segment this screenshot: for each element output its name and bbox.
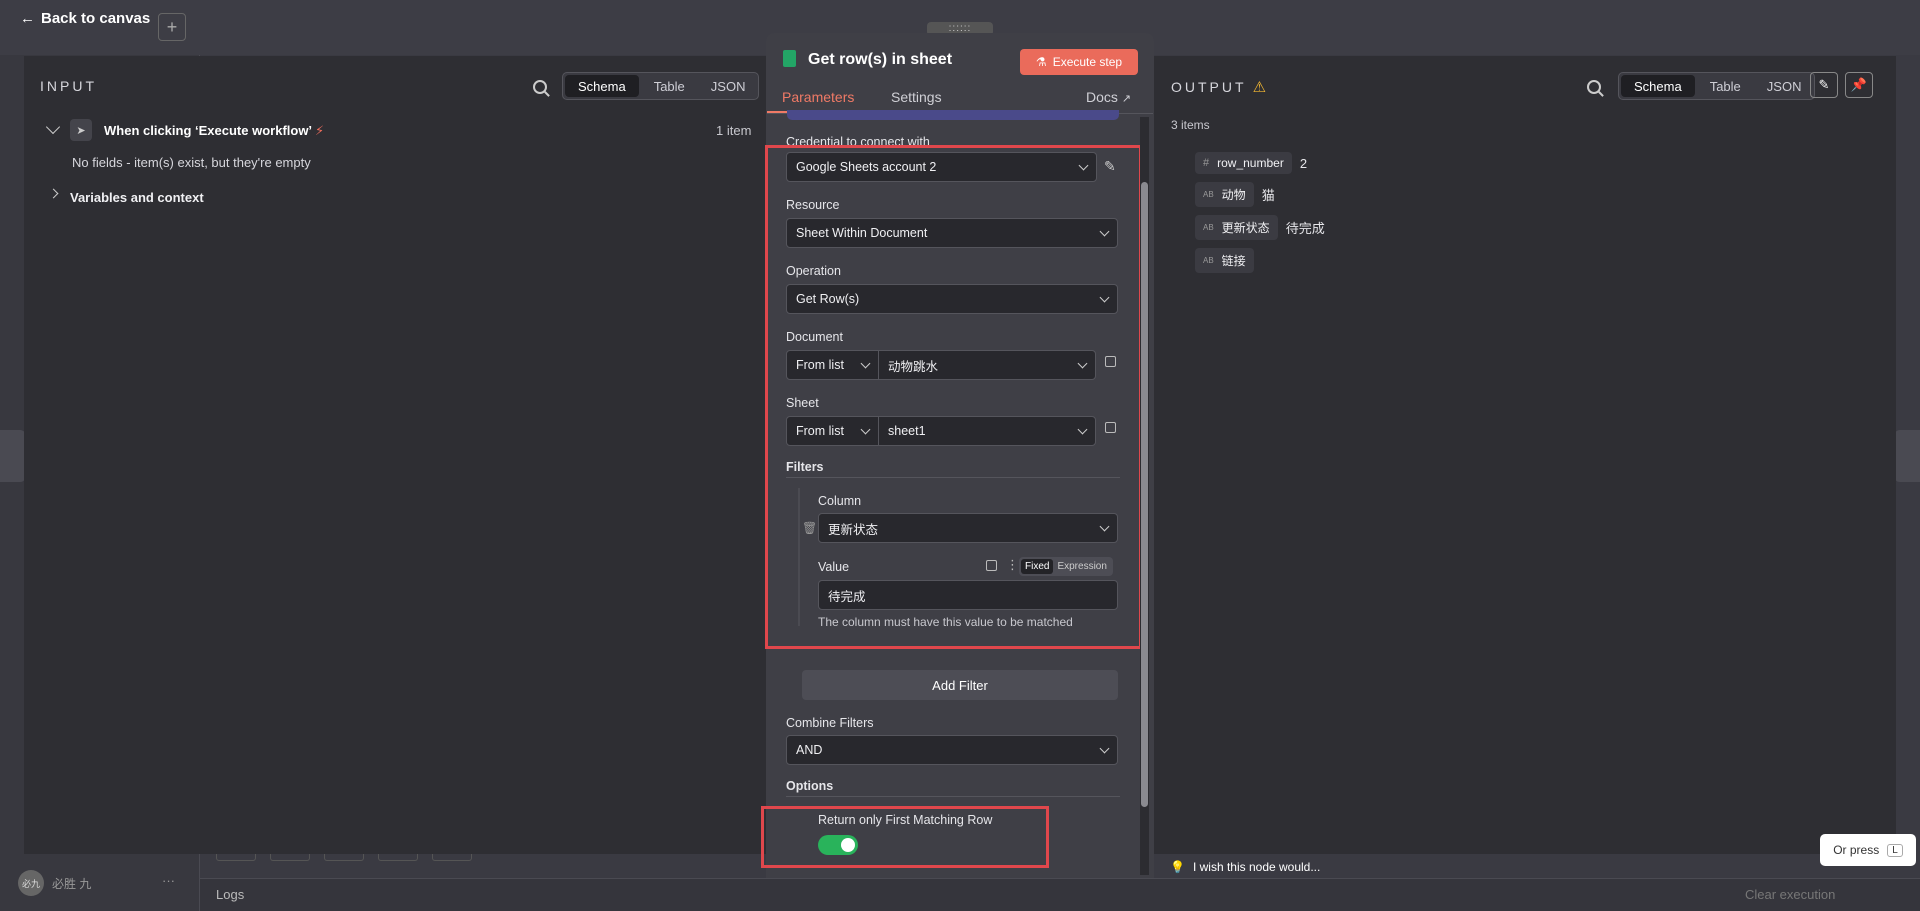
combine-filters-select[interactable]: AND: [786, 735, 1118, 765]
variables-context-toggle[interactable]: Variables and context: [70, 190, 204, 205]
more-icon[interactable]: ···: [162, 873, 175, 888]
external-link-icon: ↗: [1121, 93, 1132, 105]
pin-output-button[interactable]: 📌: [1845, 72, 1873, 98]
output-field-row: AB 动物 猫: [1195, 182, 1325, 207]
back-to-canvas-button[interactable]: ← Back to canvas: [20, 10, 150, 27]
input-title: INPUT: [40, 78, 97, 94]
logs-label[interactable]: Logs: [216, 887, 244, 902]
combine-filters-label: Combine Filters: [786, 716, 874, 730]
field-name: 更新状态: [1221, 221, 1270, 235]
field-pill[interactable]: AB 动物: [1195, 182, 1254, 207]
left-edge-handle[interactable]: [0, 430, 26, 482]
output-fields: # row_number 2 AB 动物 猫 AB 更新状态 待完成 AB 链接: [1195, 152, 1325, 273]
chevron-down-icon[interactable]: [45, 119, 61, 135]
docs-link[interactable]: Docs ↗: [1086, 89, 1131, 105]
input-item-count: 1 item: [716, 123, 752, 138]
tab-json[interactable]: JSON: [1754, 73, 1815, 99]
output-panel: OUTPUT ⚠ Schema Table JSON ✎ 📌 3 items #…: [1153, 56, 1896, 854]
tooltip-text: Or press: [1833, 843, 1880, 857]
type-icon: #: [1203, 157, 1210, 169]
trigger-label: When clicking ‘Execute workflow’ ⚡: [104, 123, 325, 138]
field-pill[interactable]: AB 更新状态: [1195, 215, 1278, 240]
avatar: 必九: [18, 870, 44, 896]
field-value: 猫: [1261, 188, 1275, 203]
pencil-icon: ✎: [1818, 77, 1830, 92]
pin-icon: 📌: [1850, 77, 1868, 92]
right-edge-handle[interactable]: [1894, 430, 1920, 482]
tab-table[interactable]: Table: [1697, 73, 1754, 99]
warning-icon: ⚠: [1252, 79, 1267, 96]
field-name: 链接: [1221, 254, 1246, 268]
notice-banner: [787, 110, 1119, 120]
field-name: 动物: [1221, 188, 1246, 202]
input-panel: INPUT Schema Table JSON ➤ When clicking …: [24, 56, 766, 854]
chevron-right-icon[interactable]: [48, 188, 59, 199]
input-view-tabs: Schema Table JSON: [562, 72, 760, 100]
execute-step-label: Execute step: [1052, 55, 1123, 69]
search-icon[interactable]: [533, 80, 547, 94]
clear-execution-button[interactable]: Clear execution: [1745, 887, 1835, 902]
options-divider: [786, 796, 1120, 797]
back-to-canvas-label: Back to canvas: [41, 10, 151, 27]
field-pill[interactable]: # row_number: [1195, 152, 1292, 174]
google-sheets-icon: [783, 50, 796, 67]
output-field-row: AB 链接: [1195, 248, 1325, 273]
flask-icon: ⚗: [1035, 55, 1047, 69]
tab-settings[interactable]: Settings: [891, 89, 942, 105]
field-pill[interactable]: AB 链接: [1195, 248, 1254, 273]
execute-step-button[interactable]: ⚗ Execute step: [1020, 49, 1138, 75]
user-name: 必胜 九: [52, 876, 92, 891]
lightbulb-icon: 💡: [1170, 860, 1185, 874]
empty-message: No fields - item(s) exist, but they're e…: [72, 155, 311, 170]
user-profile[interactable]: 必九 必胜 九: [18, 870, 91, 896]
node-title[interactable]: Get row(s) in sheet: [808, 51, 952, 69]
bolt-icon: ⚡: [314, 123, 325, 138]
tab-parameters[interactable]: Parameters: [782, 89, 854, 105]
output-title: OUTPUT: [1171, 79, 1247, 95]
type-icon: AB: [1203, 223, 1214, 232]
tooltip-key: L: [1887, 843, 1903, 857]
logs-bar[interactable]: [200, 878, 1920, 911]
shortcut-tooltip: Or press L: [1820, 834, 1916, 866]
arrow-left-icon: ←: [20, 10, 35, 27]
type-icon: AB: [1203, 190, 1214, 199]
field-value: 待完成: [1285, 221, 1325, 236]
combine-filters-value: AND: [796, 743, 823, 757]
tab-json[interactable]: JSON: [698, 73, 759, 99]
output-field-row: AB 更新状态 待完成: [1195, 215, 1325, 240]
field-name: row_number: [1217, 156, 1284, 170]
type-icon: AB: [1203, 256, 1214, 265]
search-icon[interactable]: [1587, 80, 1601, 94]
add-node-button[interactable]: +: [158, 13, 186, 41]
field-value: 2: [1299, 155, 1308, 171]
output-view-tabs: Schema Table JSON: [1618, 72, 1816, 100]
tab-schema[interactable]: Schema: [565, 75, 639, 97]
highlight-box: [761, 806, 1049, 868]
tab-schema[interactable]: Schema: [1621, 75, 1695, 97]
output-field-row: # row_number 2: [1195, 152, 1325, 174]
highlight-box: [765, 145, 1142, 649]
cursor-icon: ➤: [70, 119, 92, 141]
scrollbar-thumb[interactable]: [1141, 182, 1148, 807]
edit-output-button[interactable]: ✎: [1810, 72, 1838, 98]
docs-label: Docs: [1086, 89, 1118, 105]
add-filter-button[interactable]: Add Filter: [802, 670, 1118, 700]
feedback-label: I wish this node would...: [1192, 860, 1321, 874]
output-item-count: 3 items: [1171, 118, 1210, 132]
plus-icon: +: [166, 16, 178, 37]
chevron-down-icon: [1099, 743, 1110, 753]
tab-table[interactable]: Table: [641, 73, 698, 99]
options-label: Options: [786, 779, 834, 793]
feedback-link[interactable]: 💡 I wish this node would...: [1170, 860, 1320, 874]
output-title-row: OUTPUT ⚠: [1171, 78, 1266, 96]
